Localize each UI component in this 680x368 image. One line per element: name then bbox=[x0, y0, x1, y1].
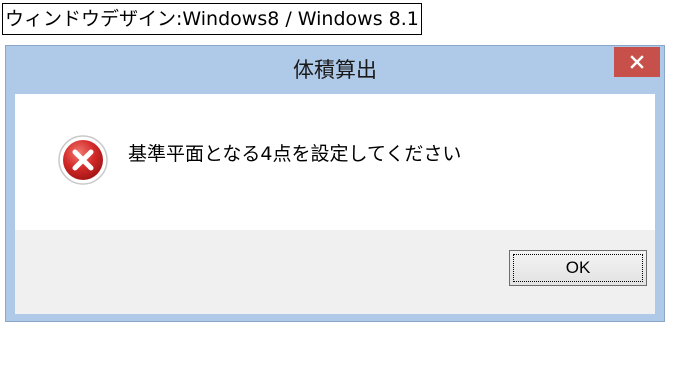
message-text: 基準平面となる4点を設定してください bbox=[128, 143, 462, 165]
close-button[interactable] bbox=[614, 47, 660, 77]
button-bar: OK bbox=[15, 230, 655, 314]
dialog-window: 体積算出 基準平面となる4点を設定してください OK bbox=[5, 45, 665, 322]
window-title: 体積算出 bbox=[293, 58, 377, 82]
ok-button[interactable]: OK bbox=[509, 250, 647, 286]
dialog-content: 基準平面となる4点を設定してください OK bbox=[15, 94, 655, 314]
focus-ring bbox=[513, 254, 643, 282]
caption-label: ウィンドウデザイン:Windows8 / Windows 8.1 bbox=[2, 3, 422, 35]
error-icon bbox=[58, 135, 108, 185]
message-area: 基準平面となる4点を設定してください bbox=[15, 94, 655, 230]
close-icon bbox=[630, 55, 644, 69]
